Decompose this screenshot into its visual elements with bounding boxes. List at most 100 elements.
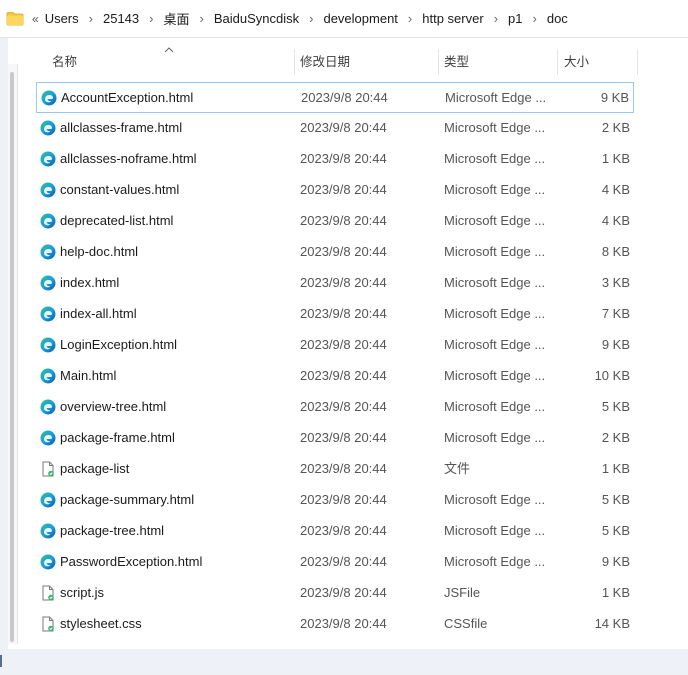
breadcrumb: Users › 25143 › 桌面 › BaiduSyncdisk › development… xyxy=(45,9,568,28)
file-row[interactable]: allclasses-frame.html 2023/9/8 20:44 Micro… xyxy=(36,113,634,144)
breadcrumb-item[interactable]: 桌面 xyxy=(163,9,189,28)
column-header-size[interactable]: 大小 xyxy=(564,49,634,75)
breadcrumb-item[interactable]: p1 xyxy=(508,11,522,26)
file-row[interactable]: package-tree.html 2023/9/8 20:44 Microsoft… xyxy=(36,516,634,547)
file-size: 1 KB xyxy=(601,461,630,476)
breadcrumb-item[interactable]: Users xyxy=(45,11,79,26)
file-date: 2023/9/8 20:44 xyxy=(300,430,387,445)
breadcrumb-item[interactable]: BaiduSyncdisk xyxy=(214,11,299,26)
file-row[interactable]: help-doc.html 2023/9/8 20:44 Microsoft Edg… xyxy=(36,237,634,268)
file-type: Microsoft Edge ... xyxy=(444,306,546,321)
file-date: 2023/9/8 20:44 xyxy=(300,182,387,197)
breadcrumb-item[interactable]: development xyxy=(323,11,397,26)
file-name: package-frame.html xyxy=(60,430,175,445)
file-size: 3 KB xyxy=(601,275,630,290)
file-size: 9 KB xyxy=(600,90,629,105)
file-type: Microsoft Edge ... xyxy=(444,399,546,414)
chevron-right-icon[interactable]: › xyxy=(149,11,153,26)
column-divider[interactable] xyxy=(438,49,439,75)
file-name: LoginException.html xyxy=(60,337,178,352)
file-row[interactable]: Main.html 2023/9/8 20:44 Microsoft Edge ..… xyxy=(36,361,634,392)
file-date: 2023/9/8 20:44 xyxy=(301,90,388,105)
breadcrumb-item[interactable]: doc xyxy=(547,11,568,26)
file-row[interactable]: script.js 2023/9/8 20:44 JSFile 1 KB xyxy=(36,578,634,609)
file-row[interactable]: index.html 2023/9/8 20:44 Microsoft Edge .… xyxy=(36,268,634,299)
status-bar xyxy=(0,649,688,675)
file-type: Microsoft Edge ... xyxy=(444,151,546,166)
file-type: Microsoft Edge ... xyxy=(444,523,546,538)
chevron-right-icon[interactable]: › xyxy=(533,11,537,26)
file-size: 4 KB xyxy=(601,213,630,228)
edge-html-icon xyxy=(40,182,56,198)
edge-html-icon xyxy=(40,430,56,446)
column-header-type[interactable]: 类型 xyxy=(444,49,554,75)
vertical-scrollbar[interactable] xyxy=(8,64,18,644)
file-name: overview-tree.html xyxy=(60,399,167,414)
file-type: Microsoft Edge ... xyxy=(444,182,546,197)
file-row[interactable]: PasswordException.html 2023/9/8 20:44 Micr… xyxy=(36,547,634,578)
edge-html-icon xyxy=(40,244,56,260)
file-date: 2023/9/8 20:44 xyxy=(300,399,387,414)
file-list-pane: 名称 修改日期 类型 大小 AccountException.html 2023/… xyxy=(8,38,688,649)
file-size: 9 KB xyxy=(601,554,630,569)
file-size: 10 KB xyxy=(594,368,630,383)
breadcrumb-item[interactable]: 25143 xyxy=(103,11,139,26)
file-date: 2023/9/8 20:44 xyxy=(300,213,387,228)
file-size: 1 KB xyxy=(601,585,630,600)
file-date: 2023/9/8 20:44 xyxy=(300,492,387,507)
file-type: 文件 xyxy=(444,461,471,476)
file-name: help-doc.html xyxy=(60,244,139,259)
file-row[interactable]: package-summary.html 2023/9/8 20:44 Micros… xyxy=(36,485,634,516)
file-row[interactable]: LoginException.html 2023/9/8 20:44 Microso… xyxy=(36,330,634,361)
file-type: Microsoft Edge ... xyxy=(444,430,546,445)
file-name: index.html xyxy=(60,275,120,290)
breadcrumb-overflow-button[interactable]: « xyxy=(32,12,39,26)
file-size: 2 KB xyxy=(601,430,630,445)
edge-html-icon xyxy=(40,492,56,508)
file-row[interactable]: stylesheet.css 2023/9/8 20:44 CSSfile 14 KB xyxy=(36,609,634,640)
chevron-right-icon[interactable]: › xyxy=(494,11,498,26)
status-indicator xyxy=(0,655,2,667)
edge-html-icon xyxy=(40,306,56,322)
file-type: JSFile xyxy=(444,585,481,600)
file-name: package-tree.html xyxy=(60,523,165,538)
file-date: 2023/9/8 20:44 xyxy=(300,151,387,166)
file-type: Microsoft Edge ... xyxy=(445,90,547,105)
column-header-name[interactable]: 名称 xyxy=(52,49,292,75)
column-header-date[interactable]: 修改日期 xyxy=(300,49,440,75)
column-divider[interactable] xyxy=(294,49,295,75)
file-row[interactable]: AccountException.html 2023/9/8 20:44 Micro… xyxy=(36,82,634,113)
column-divider[interactable] xyxy=(557,49,558,75)
file-name: allclasses-noframe.html xyxy=(60,151,197,166)
breadcrumb-item[interactable]: http server xyxy=(422,11,483,26)
chevron-right-icon[interactable]: › xyxy=(408,11,412,26)
column-divider[interactable] xyxy=(637,49,638,75)
edge-html-icon xyxy=(40,399,56,415)
address-bar[interactable]: « Users › 25143 › 桌面 › BaiduSyncdisk › developme… xyxy=(0,0,688,38)
edge-html-icon xyxy=(40,554,56,570)
chevron-right-icon[interactable]: › xyxy=(200,11,204,26)
file-name: deprecated-list.html xyxy=(60,213,174,228)
chevron-right-icon[interactable]: › xyxy=(89,11,93,26)
file-date: 2023/9/8 20:44 xyxy=(300,461,387,476)
generic-file-icon xyxy=(40,616,56,632)
scrollbar-thumb[interactable] xyxy=(10,72,14,642)
file-row[interactable]: index-all.html 2023/9/8 20:44 Microsoft Ed… xyxy=(36,299,634,330)
file-row[interactable]: allclasses-noframe.html 2023/9/8 20:44 Mic… xyxy=(36,144,634,175)
file-name: constant-values.html xyxy=(60,182,180,197)
file-row[interactable]: constant-values.html 2023/9/8 20:44 Micros… xyxy=(36,175,634,206)
file-size: 2 KB xyxy=(601,120,630,135)
file-row[interactable]: overview-tree.html 2023/9/8 20:44 Microsof… xyxy=(36,392,634,423)
file-type: Microsoft Edge ... xyxy=(444,554,546,569)
file-type: Microsoft Edge ... xyxy=(444,492,546,507)
file-date: 2023/9/8 20:44 xyxy=(300,306,387,321)
file-row[interactable]: package-list 2023/9/8 20:44 文件 1 KB xyxy=(36,454,634,485)
file-date: 2023/9/8 20:44 xyxy=(300,244,387,259)
edge-html-icon xyxy=(40,368,56,384)
file-date: 2023/9/8 20:44 xyxy=(300,616,387,631)
file-name: PasswordException.html xyxy=(60,554,203,569)
file-row[interactable]: package-frame.html 2023/9/8 20:44 Microsof… xyxy=(36,423,634,454)
chevron-right-icon[interactable]: › xyxy=(309,11,313,26)
generic-file-icon xyxy=(40,585,56,601)
file-row[interactable]: deprecated-list.html 2023/9/8 20:44 Micros… xyxy=(36,206,634,237)
